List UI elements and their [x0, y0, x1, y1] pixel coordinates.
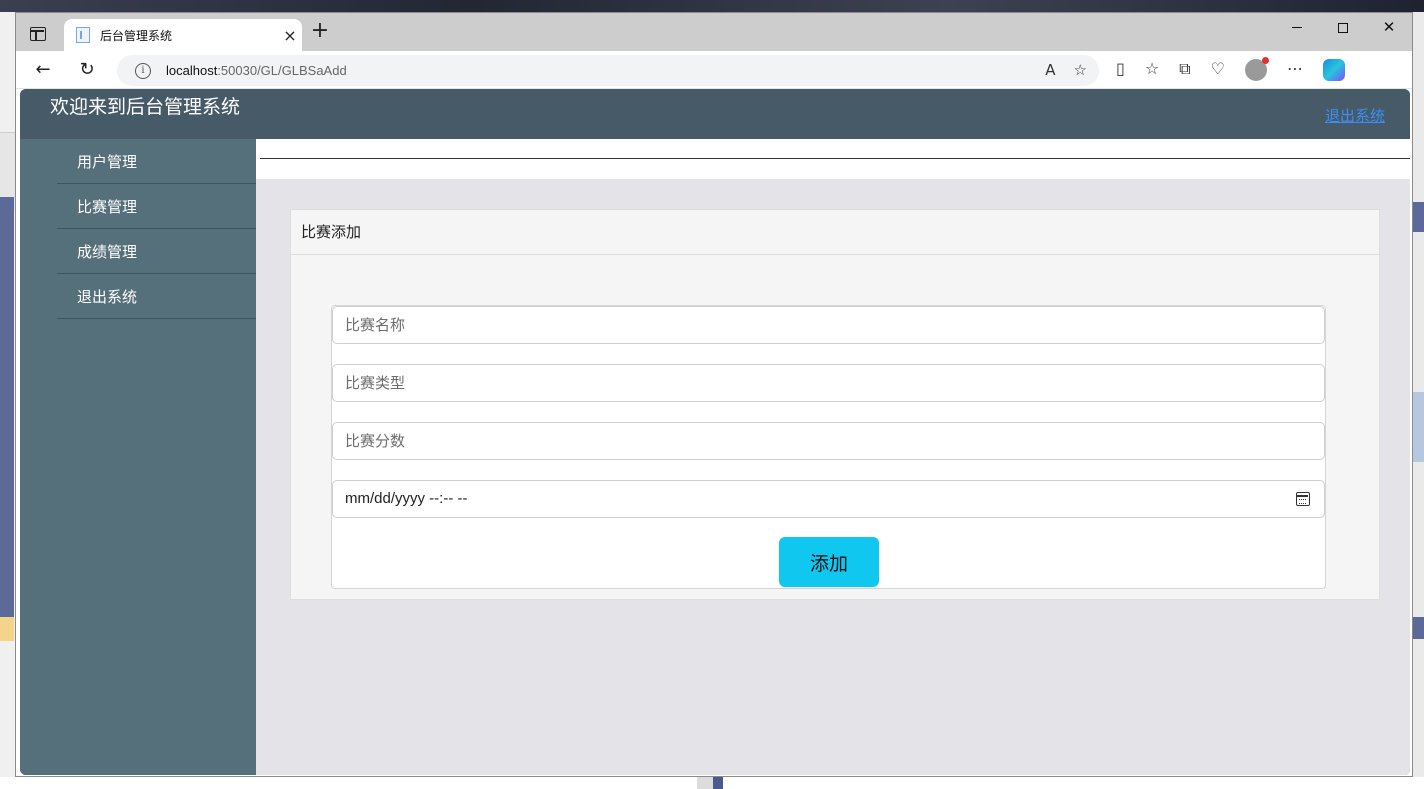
calendar-icon[interactable] [1296, 492, 1310, 506]
main-top-bar [256, 139, 1410, 179]
divider [260, 158, 1410, 159]
logout-link[interactable]: 退出系统 [1325, 105, 1385, 126]
more-menu-icon[interactable]: ⋯ [1287, 59, 1303, 81]
match-add-form: mm/dd/yyyy --:-- -- 添加 [331, 305, 1326, 589]
match-type-field[interactable] [332, 364, 1325, 402]
tab-actions-icon[interactable] [30, 27, 46, 41]
site-header: 欢迎来到后台管理系统 退出系统 [20, 89, 1410, 139]
sidebar-item-label: 用户管理 [77, 153, 138, 171]
site-info-icon[interactable]: i [135, 62, 151, 79]
match-score-field[interactable] [332, 422, 1325, 460]
new-tab-icon[interactable]: + [309, 20, 331, 43]
match-datetime-field[interactable]: mm/dd/yyyy --:-- -- [332, 480, 1325, 518]
site-title: 欢迎来到后台管理系统 [50, 97, 241, 118]
tab-close-icon[interactable]: × [278, 26, 302, 45]
split-screen-icon[interactable]: ▯ [1116, 59, 1125, 81]
web-page: 欢迎来到后台管理系统 退出系统 用户管理 比赛管理 成绩管理 退出系统 比赛添加 [20, 89, 1410, 775]
profile-avatar[interactable] [1244, 57, 1269, 81]
match-name-field[interactable] [332, 306, 1325, 344]
match-type-input[interactable] [333, 365, 1324, 401]
read-aloud-icon[interactable]: A [1045, 61, 1055, 79]
desktop-left-edge [0, 12, 16, 789]
match-add-panel: 比赛添加 mm/dd/yyyy --:-- -- 添加 [290, 209, 1380, 600]
maximize-button[interactable] [1320, 13, 1366, 43]
maximize-icon [1338, 22, 1348, 33]
tab-title: 后台管理系统 [100, 28, 173, 43]
sidebar-item-label: 退出系统 [77, 288, 138, 306]
sidebar-item-exit-system[interactable]: 退出系统 [57, 274, 256, 319]
close-window-button[interactable]: ✕ [1366, 13, 1412, 43]
close-icon: ✕ [1382, 18, 1396, 36]
copilot-icon[interactable] [1322, 59, 1345, 81]
sidebar: 用户管理 比赛管理 成绩管理 退出系统 [20, 139, 256, 775]
tab-bar: 后台管理系统 × + ✕ [16, 13, 1412, 51]
favorites-icon[interactable]: ☆ [1145, 59, 1159, 81]
browser-tab[interactable]: 后台管理系统 × [64, 19, 302, 51]
match-name-input[interactable] [333, 307, 1324, 343]
back-arrow-icon[interactable]: ← [30, 58, 56, 82]
browser-toolbar: ← ↻ i localhost:50030/GL/GLBSaAdd A ☆ ▯ … [16, 51, 1412, 89]
sidebar-item-match-management[interactable]: 比赛管理 [57, 184, 256, 229]
desktop-background [0, 0, 1424, 12]
main-content: 比赛添加 mm/dd/yyyy --:-- -- 添加 [256, 139, 1410, 775]
window-controls: ✕ [1274, 13, 1412, 43]
refresh-icon[interactable]: ↻ [74, 58, 100, 82]
collections-icon[interactable]: ⧉ [1179, 59, 1190, 81]
sidebar-item-score-management[interactable]: 成绩管理 [57, 229, 256, 274]
url-text[interactable]: localhost:50030/GL/GLBSaAdd [166, 63, 347, 78]
browser-essentials-icon[interactable]: ♡ [1211, 59, 1225, 81]
sidebar-item-label: 成绩管理 [77, 243, 138, 261]
match-score-input[interactable] [333, 423, 1324, 459]
favorite-star-icon[interactable]: ☆ [1074, 61, 1087, 79]
desktop-bottom-edge [0, 777, 1424, 789]
panel-heading: 比赛添加 [291, 210, 1379, 255]
page-favicon-icon [76, 27, 90, 43]
minimize-icon [1292, 27, 1302, 28]
datetime-placeholder: mm/dd/yyyy --:-- -- [345, 490, 468, 507]
sidebar-item-label: 比赛管理 [77, 198, 138, 216]
add-match-button[interactable]: 添加 [779, 537, 879, 587]
sidebar-item-user-management[interactable]: 用户管理 [57, 139, 256, 184]
address-bar[interactable]: i localhost:50030/GL/GLBSaAdd A ☆ [117, 55, 1099, 86]
minimize-button[interactable] [1274, 13, 1320, 43]
browser-window: 后台管理系统 × + ✕ ← ↻ i localhost:50030/GL/GL… [15, 12, 1413, 777]
